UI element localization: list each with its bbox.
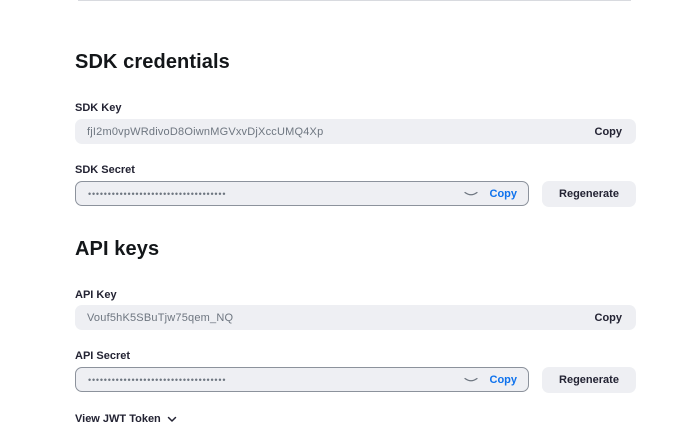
view-jwt-token-label: View JWT Token [75,413,161,425]
api-key-field: Vouf5hK5SBuTjw75qem_NQ Copy [75,305,636,330]
sdk-secret-field[interactable]: ••••••••••••••••••••••••••••••••••• Copy [75,181,529,206]
api-regenerate-button[interactable]: Regenerate [542,367,636,393]
divider [78,0,631,1]
sdk-credentials-title: SDK credentials [75,51,230,73]
sdk-key-field: fjI2m0vpWRdivoD8OiwnMGVxvDjXccUMQ4Xp Cop… [75,119,636,144]
api-key-label: API Key [75,289,117,301]
sdk-key-value: fjI2m0vpWRdivoD8OiwnMGVxvDjXccUMQ4Xp [87,125,324,138]
sdk-secret-masked-value: ••••••••••••••••••••••••••••••••••• [88,188,227,199]
eye-closed-icon[interactable] [463,189,480,199]
view-jwt-token-toggle[interactable]: View JWT Token [75,413,177,425]
api-secret-copy-button[interactable]: Copy [490,374,518,386]
sdk-secret-copy-button[interactable]: Copy [490,188,518,200]
api-secret-label: API Secret [75,350,131,362]
chevron-down-icon [167,416,177,423]
api-key-value: Vouf5hK5SBuTjw75qem_NQ [87,311,234,324]
api-secret-field[interactable]: ••••••••••••••••••••••••••••••••••• Copy [75,367,529,392]
sdk-secret-label: SDK Secret [75,164,135,176]
api-key-copy-button[interactable]: Copy [595,312,623,324]
sdk-key-label: SDK Key [75,102,122,114]
sdk-regenerate-button[interactable]: Regenerate [542,181,636,207]
api-keys-title: API keys [75,238,160,260]
credentials-page: SDK credentials SDK Key fjI2m0vpWRdivoD8… [0,0,690,441]
api-secret-masked-value: ••••••••••••••••••••••••••••••••••• [88,374,227,385]
eye-closed-icon[interactable] [463,375,480,385]
sdk-key-copy-button[interactable]: Copy [595,126,623,138]
